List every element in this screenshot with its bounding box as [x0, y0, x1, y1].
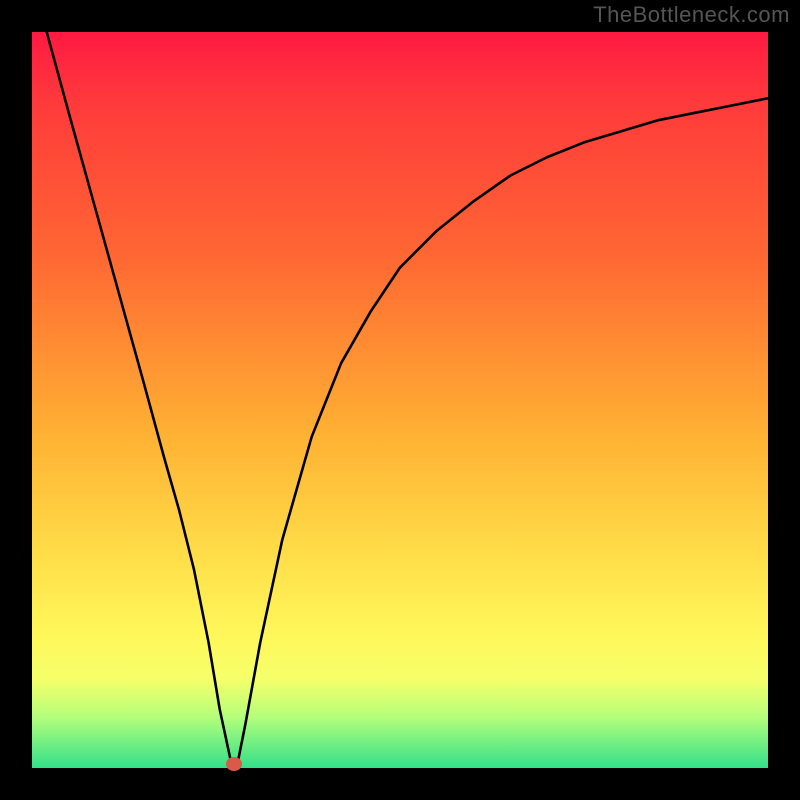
minimum-point-marker	[226, 757, 242, 771]
chart-frame: TheBottleneck.com	[0, 0, 800, 800]
bottleneck-curve	[47, 32, 768, 764]
curve-svg	[32, 32, 768, 768]
watermark-text: TheBottleneck.com	[593, 2, 790, 28]
